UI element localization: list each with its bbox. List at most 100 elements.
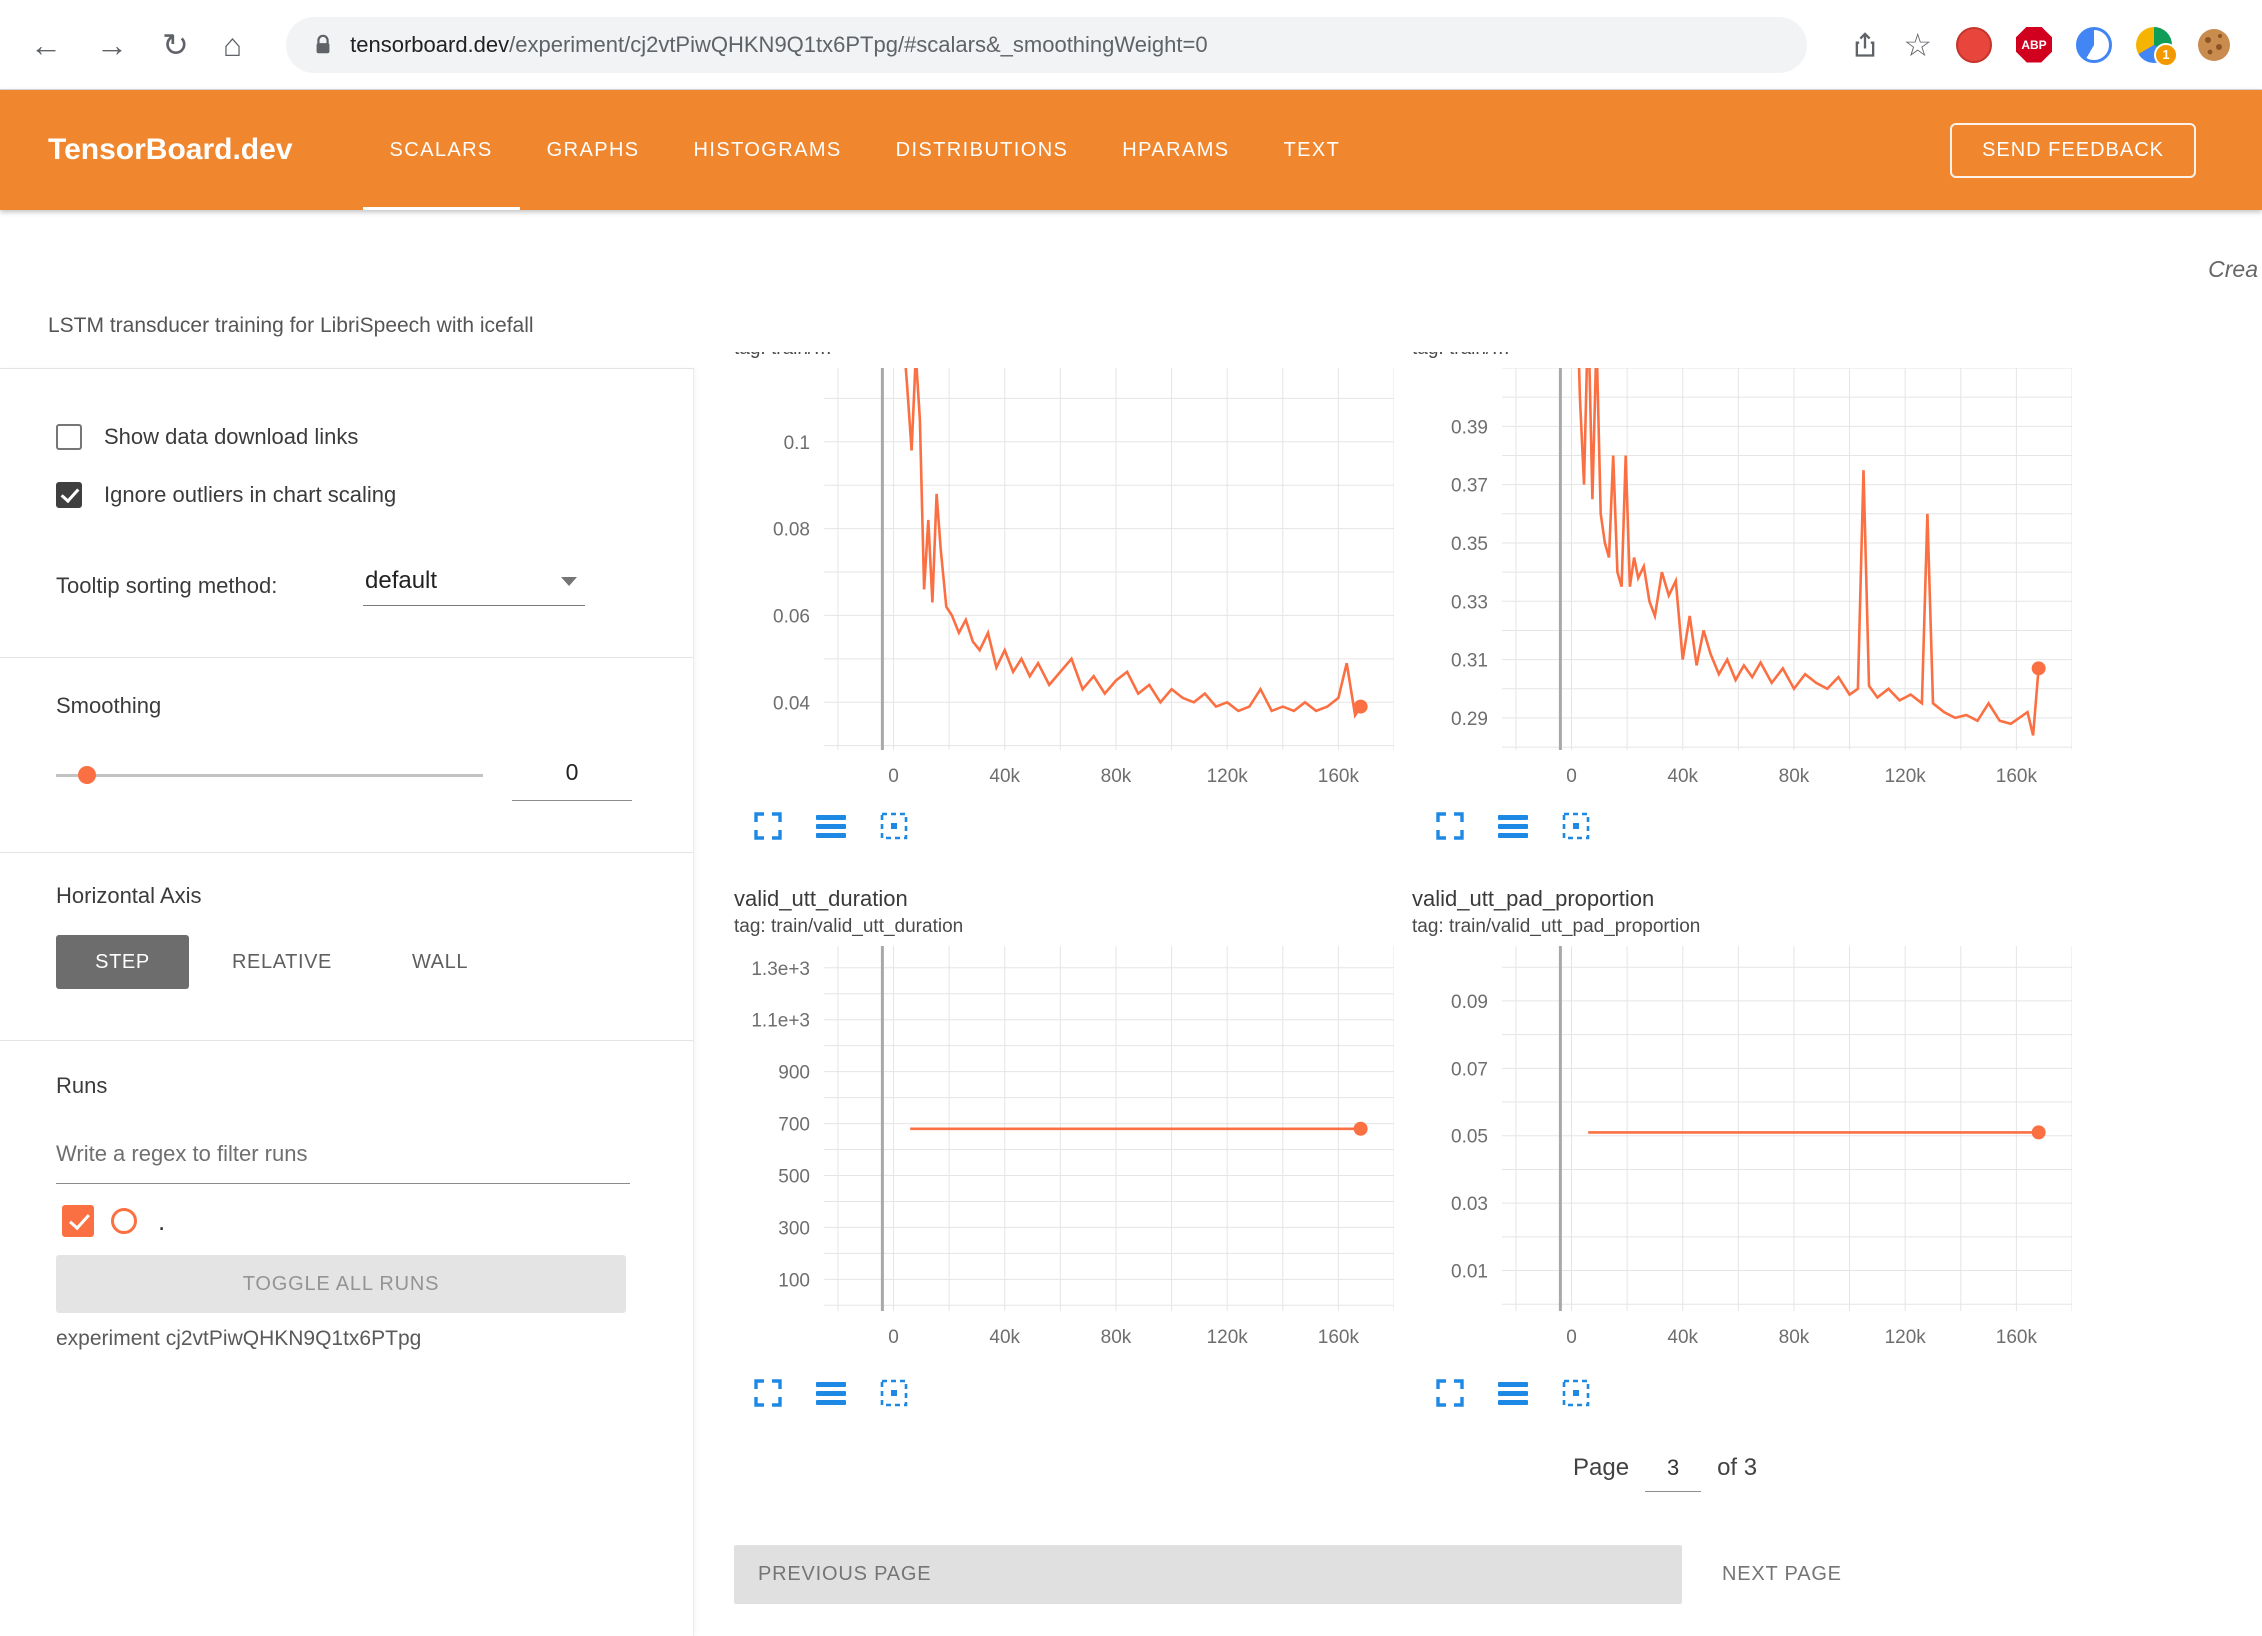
browser-window: ← → ↻ ⌂ tensorboard.dev/experiment/cj2vt… bbox=[0, 0, 2262, 1636]
line-chart[interactable]: 1003005007009001.1e+31.3e+3040k80k120k16… bbox=[734, 946, 1394, 1356]
svg-text:0.35: 0.35 bbox=[1451, 534, 1488, 555]
svg-text:100: 100 bbox=[778, 1270, 810, 1291]
share-icon[interactable] bbox=[1851, 29, 1879, 61]
chart-title: valid_utt_pad_proportion bbox=[1412, 884, 2072, 914]
svg-text:1.3e+3: 1.3e+3 bbox=[751, 959, 810, 980]
tab-histograms-label: HISTOGRAMS bbox=[694, 139, 842, 162]
tab-hparams[interactable]: HPARAMS bbox=[1095, 90, 1256, 210]
address-bar[interactable]: tensorboard.dev/experiment/cj2vtPiwQHKN9… bbox=[286, 17, 1807, 73]
axis-relative-button[interactable]: RELATIVE bbox=[224, 935, 340, 989]
home-button[interactable]: ⌂ bbox=[223, 29, 242, 61]
svg-text:0.33: 0.33 bbox=[1451, 592, 1488, 613]
divider bbox=[0, 852, 693, 853]
fit-domain-icon[interactable] bbox=[1561, 811, 1591, 841]
line-chart[interactable]: 0.010.030.050.070.09040k80k120k160k bbox=[1412, 946, 2072, 1356]
run-list-item[interactable]: . bbox=[62, 1205, 165, 1237]
bookmark-star-icon[interactable]: ☆ bbox=[1903, 29, 1932, 61]
svg-text:700: 700 bbox=[778, 1115, 810, 1136]
line-chart[interactable]: 0.290.310.330.350.370.39040k80k120k160k bbox=[1412, 368, 2072, 795]
tab-distributions-label: DISTRIBUTIONS bbox=[896, 139, 1069, 162]
svg-text:80k: 80k bbox=[1101, 1327, 1132, 1348]
smoothing-slider[interactable] bbox=[56, 751, 483, 799]
smoothing-value-input[interactable] bbox=[512, 751, 632, 801]
svg-text:0.29: 0.29 bbox=[1451, 709, 1488, 730]
svg-text:0: 0 bbox=[1566, 766, 1577, 787]
svg-text:160k: 160k bbox=[1318, 766, 1360, 787]
svg-text:0: 0 bbox=[888, 1327, 899, 1348]
fit-domain-icon[interactable] bbox=[1561, 1378, 1591, 1408]
svg-text:40k: 40k bbox=[1667, 766, 1698, 787]
svg-text:120k: 120k bbox=[1207, 1327, 1249, 1348]
experiment-description: LSTM transducer training for LibriSpeech… bbox=[48, 314, 534, 338]
runs-filter-input[interactable] bbox=[56, 1137, 630, 1184]
extension-profile-icon[interactable]: 1 bbox=[2136, 27, 2172, 63]
svg-text:0.39: 0.39 bbox=[1451, 417, 1488, 438]
fit-domain-icon[interactable] bbox=[879, 1378, 909, 1408]
svg-text:120k: 120k bbox=[1207, 766, 1249, 787]
chart-svg[interactable]: 0.040.060.080.1040k80k120k160k bbox=[734, 368, 1394, 795]
ignore-outliers-checkbox[interactable] bbox=[56, 482, 82, 508]
tab-distributions[interactable]: DISTRIBUTIONS bbox=[869, 90, 1096, 210]
svg-text:80k: 80k bbox=[1779, 1327, 1810, 1348]
line-chart[interactable]: 0.040.060.080.1040k80k120k160k bbox=[734, 368, 1394, 795]
svg-text:0: 0 bbox=[1566, 1327, 1577, 1348]
svg-text:0.37: 0.37 bbox=[1451, 476, 1488, 497]
tooltip-sorting-label: Tooltip sorting method: bbox=[56, 573, 277, 599]
tooltip-sorting-dropdown[interactable]: default bbox=[363, 561, 585, 606]
axis-step-button[interactable]: STEP bbox=[56, 935, 189, 989]
page-number-input[interactable] bbox=[1645, 1455, 1701, 1492]
svg-text:120k: 120k bbox=[1885, 766, 1927, 787]
cookie-icon[interactable] bbox=[2196, 27, 2232, 63]
chart-svg[interactable]: 0.010.030.050.070.09040k80k120k160k bbox=[1412, 946, 2072, 1356]
chart-tag: tag: train/… bbox=[1412, 352, 2072, 362]
svg-text:0.09: 0.09 bbox=[1451, 992, 1488, 1013]
show-download-checkbox[interactable] bbox=[56, 424, 82, 450]
chart-card: valid_utt_duration tag: train/valid_utt_… bbox=[734, 884, 1394, 1356]
experiment-subheader: Crea LSTM transducer training for LibriS… bbox=[0, 210, 2262, 352]
svg-text:0.1: 0.1 bbox=[784, 433, 810, 454]
toggle-all-runs-button[interactable]: TOGGLE ALL RUNS bbox=[56, 1255, 626, 1313]
extension-abp-icon[interactable]: ABP bbox=[2016, 27, 2052, 63]
forward-button[interactable]: → bbox=[96, 29, 128, 61]
tensorboard-logo: TensorBoard.dev bbox=[48, 133, 293, 167]
expand-chart-icon[interactable] bbox=[1435, 811, 1465, 841]
tab-graphs-label: GRAPHS bbox=[547, 139, 640, 162]
smoothing-slider-handle[interactable] bbox=[78, 766, 96, 784]
page-of-label: of 3 bbox=[1717, 1454, 1757, 1482]
expand-chart-icon[interactable] bbox=[1435, 1378, 1465, 1408]
previous-page-button[interactable]: PREVIOUS PAGE bbox=[734, 1545, 1682, 1604]
tab-text[interactable]: TEXT bbox=[1257, 90, 1368, 210]
run-checkbox[interactable] bbox=[62, 1205, 94, 1237]
toggle-y-axis-icon[interactable] bbox=[816, 1378, 846, 1408]
svg-text:80k: 80k bbox=[1101, 766, 1132, 787]
toggle-y-axis-icon[interactable] bbox=[816, 811, 846, 841]
chart-svg[interactable]: 0.290.310.330.350.370.39040k80k120k160k bbox=[1412, 368, 2072, 795]
axis-wall-button[interactable]: WALL bbox=[404, 935, 476, 989]
extension-pie-icon[interactable] bbox=[2076, 27, 2112, 63]
extension-adblock-icon[interactable] bbox=[1956, 27, 1992, 63]
tab-scalars[interactable]: SCALARS bbox=[363, 90, 520, 210]
back-button[interactable]: ← bbox=[30, 29, 62, 61]
expand-chart-icon[interactable] bbox=[753, 811, 783, 841]
lock-icon bbox=[312, 32, 334, 58]
toggle-y-axis-icon[interactable] bbox=[1498, 1378, 1528, 1408]
extension-badge: 1 bbox=[2154, 43, 2178, 67]
run-name: . bbox=[158, 1206, 165, 1237]
expand-chart-icon[interactable] bbox=[753, 1378, 783, 1408]
tab-graphs[interactable]: GRAPHS bbox=[520, 90, 667, 210]
send-feedback-button[interactable]: SEND FEEDBACK bbox=[1950, 123, 2196, 178]
pagination: Page of 3 bbox=[1573, 1454, 1757, 1492]
svg-text:1.1e+3: 1.1e+3 bbox=[751, 1011, 810, 1032]
tooltip-sorting-value: default bbox=[365, 567, 437, 595]
toggle-y-axis-icon[interactable] bbox=[1498, 811, 1528, 841]
fit-domain-icon[interactable] bbox=[879, 811, 909, 841]
tab-scalars-label: SCALARS bbox=[390, 139, 493, 162]
svg-text:120k: 120k bbox=[1885, 1327, 1927, 1348]
tab-histograms[interactable]: HISTOGRAMS bbox=[667, 90, 869, 210]
chart-svg[interactable]: 1003005007009001.1e+31.3e+3040k80k120k16… bbox=[734, 946, 1394, 1356]
chart-title: valid_utt_duration bbox=[734, 884, 1394, 914]
next-page-button[interactable]: NEXT PAGE bbox=[1716, 1545, 1848, 1604]
chart-tag: tag: train/valid_utt_pad_proportion bbox=[1412, 914, 2072, 940]
reload-button[interactable]: ↻ bbox=[162, 29, 189, 61]
url-path: /experiment/cj2vtPiwQHKN9Q1tx6PTpg/#scal… bbox=[509, 32, 1207, 57]
